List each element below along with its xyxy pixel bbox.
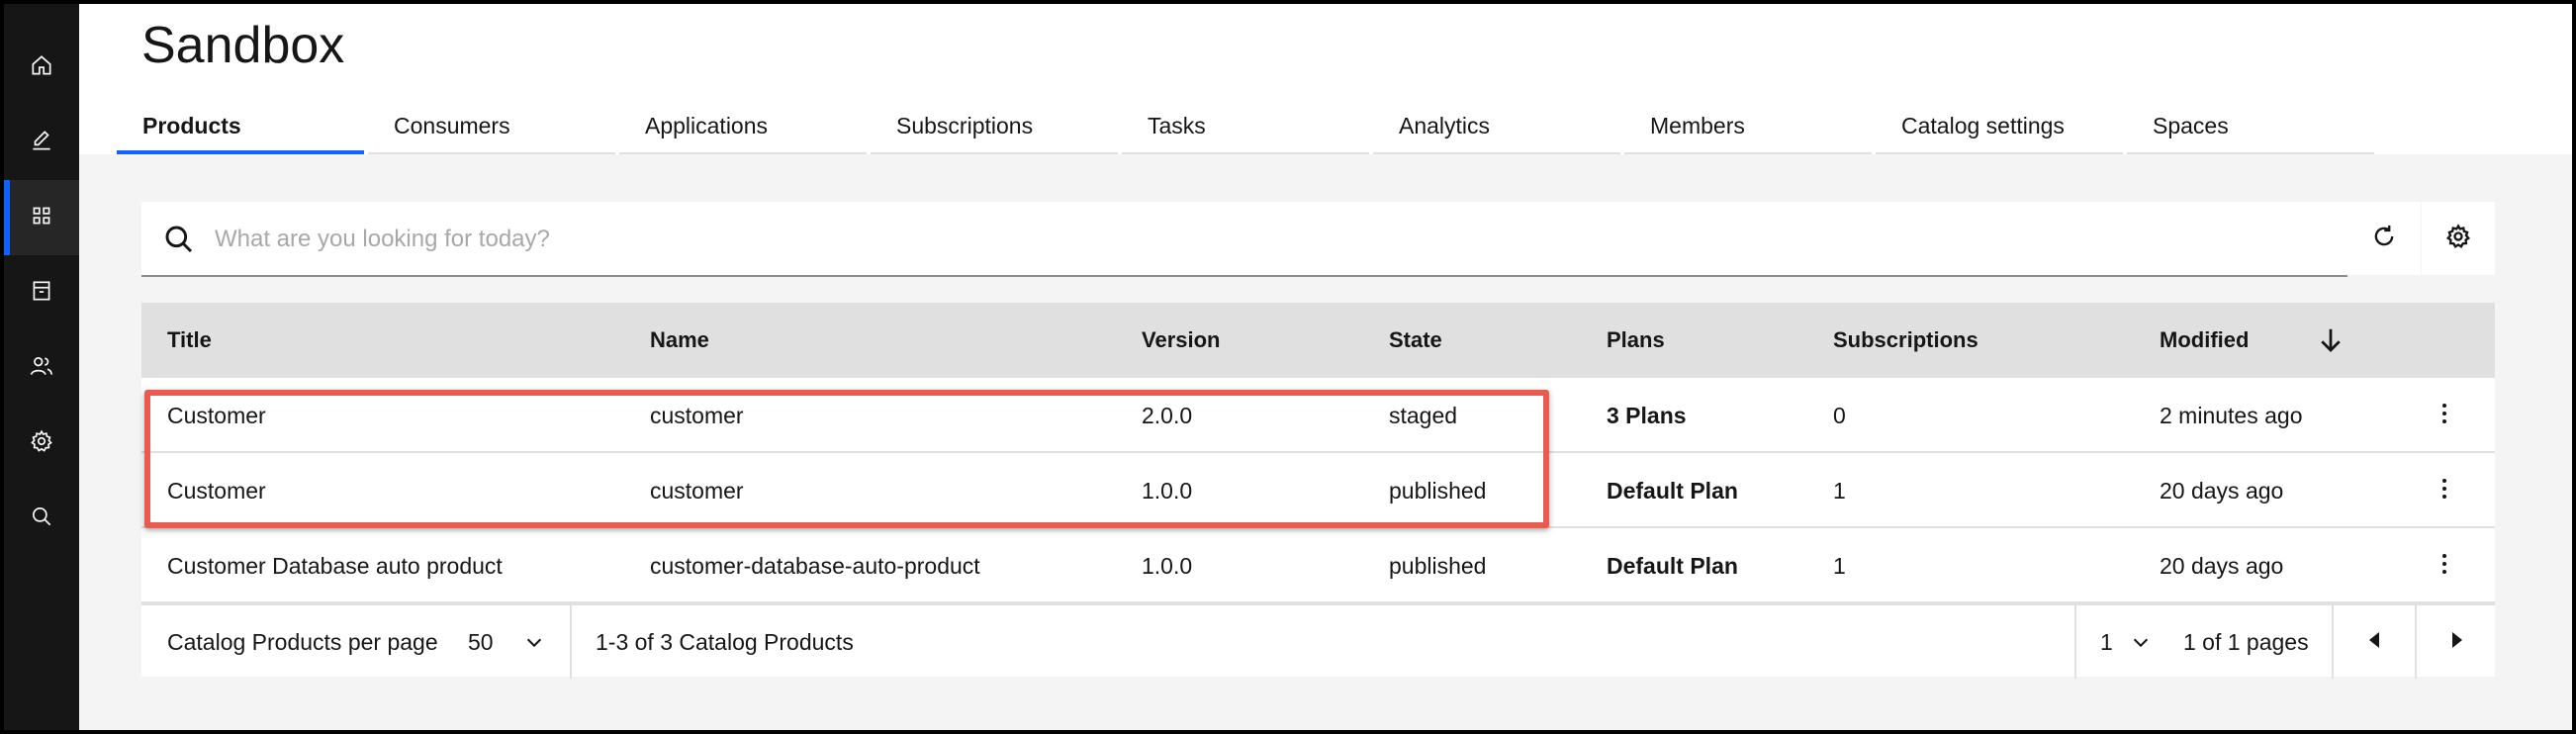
tab-applications[interactable]: Applications: [619, 103, 867, 154]
sidebar-item-archive[interactable]: [4, 255, 79, 330]
row-overflow-menu-button[interactable]: [2423, 469, 2466, 512]
cell-title: Customer: [167, 403, 266, 428]
cell-subscriptions: 0: [1833, 403, 1846, 428]
tab-consumers[interactable]: Consumers: [368, 103, 615, 154]
cell-modified: 20 days ago: [2160, 478, 2284, 504]
search-input[interactable]: [215, 220, 2292, 259]
column-header-title[interactable]: Title: [167, 303, 212, 378]
sidebar-item-home[interactable]: [4, 30, 79, 105]
column-header-name[interactable]: Name: [650, 303, 709, 378]
settings-icon: [29, 428, 54, 459]
column-header-plans[interactable]: Plans: [1607, 303, 1665, 378]
tab-subscriptions[interactable]: Subscriptions: [871, 103, 1118, 154]
overflow-menu-icon: [2440, 478, 2448, 505]
app-window: Sandbox Products Consumers Applications …: [4, 4, 2572, 730]
cell-plans[interactable]: Default Plan: [1607, 528, 1738, 603]
tab-catalog-settings[interactable]: Catalog settings: [1876, 103, 2123, 154]
cell-version: 1.0.0: [1142, 478, 1193, 504]
cell-state: published: [1389, 553, 1487, 579]
table-header: Title Name Version State Plans Subscript…: [141, 303, 2495, 378]
products-table: Title Name Version State Plans Subscript…: [141, 303, 2498, 679]
cell-modified: 20 days ago: [2160, 553, 2284, 579]
column-header-subscriptions[interactable]: Subscriptions: [1833, 303, 1978, 378]
column-header-version[interactable]: Version: [1142, 303, 1220, 378]
table-row[interactable]: Customer customer 2.0.0 staged 3 Plans 0…: [141, 378, 2495, 453]
cell-state: staged: [1389, 403, 1458, 428]
refresh-icon: [2370, 223, 2398, 255]
items-per-page-select[interactable]: 50: [468, 605, 577, 679]
search-icon: [163, 224, 195, 255]
cell-subscriptions: 1: [1833, 553, 1846, 579]
item-range-text: 1-3 of 3 Catalog Products: [596, 629, 854, 655]
sidebar-item-search[interactable]: [4, 481, 79, 556]
chevron-down-icon[interactable]: [2130, 631, 2152, 653]
cell-plans[interactable]: 3 Plans: [1607, 378, 1687, 453]
divider: [2074, 605, 2076, 679]
cell-plans[interactable]: Default Plan: [1607, 453, 1738, 528]
previous-page-button[interactable]: [2334, 605, 2415, 679]
sidebar-item-edit[interactable]: [4, 105, 79, 180]
row-overflow-menu-button[interactable]: [2423, 394, 2466, 437]
cell-name: customer: [650, 403, 744, 428]
tab-tasks[interactable]: Tasks: [1122, 103, 1369, 154]
table-row[interactable]: Customer customer 1.0.0 published Defaul…: [141, 453, 2495, 528]
items-per-page-label: Catalog Products per page: [167, 629, 438, 655]
cell-name: customer-database-auto-product: [650, 553, 980, 579]
tab-products[interactable]: Products: [117, 103, 364, 154]
divider: [570, 605, 572, 679]
sidebar-item-catalog[interactable]: [4, 180, 79, 255]
cell-name: customer: [650, 478, 744, 504]
items-per-page-value: 50: [468, 629, 494, 655]
cell-subscriptions: 1: [1833, 478, 1846, 504]
users-icon: [29, 353, 54, 384]
pagination-bar: Catalog Products per page 50 1-3 of 3 Ca…: [141, 603, 2498, 679]
table-settings-button[interactable]: [2422, 202, 2495, 275]
search-bar: [141, 202, 2347, 277]
sidebar: [4, 4, 79, 730]
page-count-text: 1 of 1 pages: [2183, 629, 2309, 655]
sort-descending-icon[interactable]: [2316, 324, 2346, 356]
refresh-button[interactable]: [2347, 202, 2421, 275]
chevron-down-icon[interactable]: [523, 631, 545, 653]
cell-title: Customer Database auto product: [167, 553, 503, 579]
cell-version: 2.0.0: [1142, 403, 1193, 428]
gear-icon: [2444, 223, 2472, 255]
cell-version: 1.0.0: [1142, 553, 1193, 579]
next-page-button[interactable]: [2417, 605, 2498, 679]
cell-modified: 2 minutes ago: [2160, 403, 2303, 428]
tab-analytics[interactable]: Analytics: [1373, 103, 1620, 154]
home-icon: [29, 52, 54, 83]
edit-icon: [29, 128, 54, 158]
row-overflow-menu-button[interactable]: [2423, 544, 2466, 588]
overflow-menu-icon: [2440, 553, 2448, 580]
grid-icon: [29, 203, 54, 233]
caret-right-icon: [2449, 630, 2465, 655]
page-title: Sandbox: [141, 17, 345, 74]
table-row[interactable]: Customer Database auto product customer-…: [141, 528, 2495, 603]
page-select-value: 1: [2100, 629, 2113, 655]
column-header-state[interactable]: State: [1389, 303, 1442, 378]
overflow-menu-icon: [2440, 403, 2448, 429]
tab-spaces[interactable]: Spaces: [2127, 103, 2374, 154]
caret-left-icon: [2366, 630, 2382, 655]
column-header-modified[interactable]: Modified: [2160, 303, 2249, 378]
cell-title: Customer: [167, 478, 266, 504]
cell-state: published: [1389, 478, 1487, 504]
search-icon: [29, 504, 54, 534]
archive-icon: [29, 278, 54, 309]
sidebar-item-settings[interactable]: [4, 406, 79, 481]
tab-members[interactable]: Members: [1624, 103, 1872, 154]
sidebar-item-users[interactable]: [4, 330, 79, 406]
